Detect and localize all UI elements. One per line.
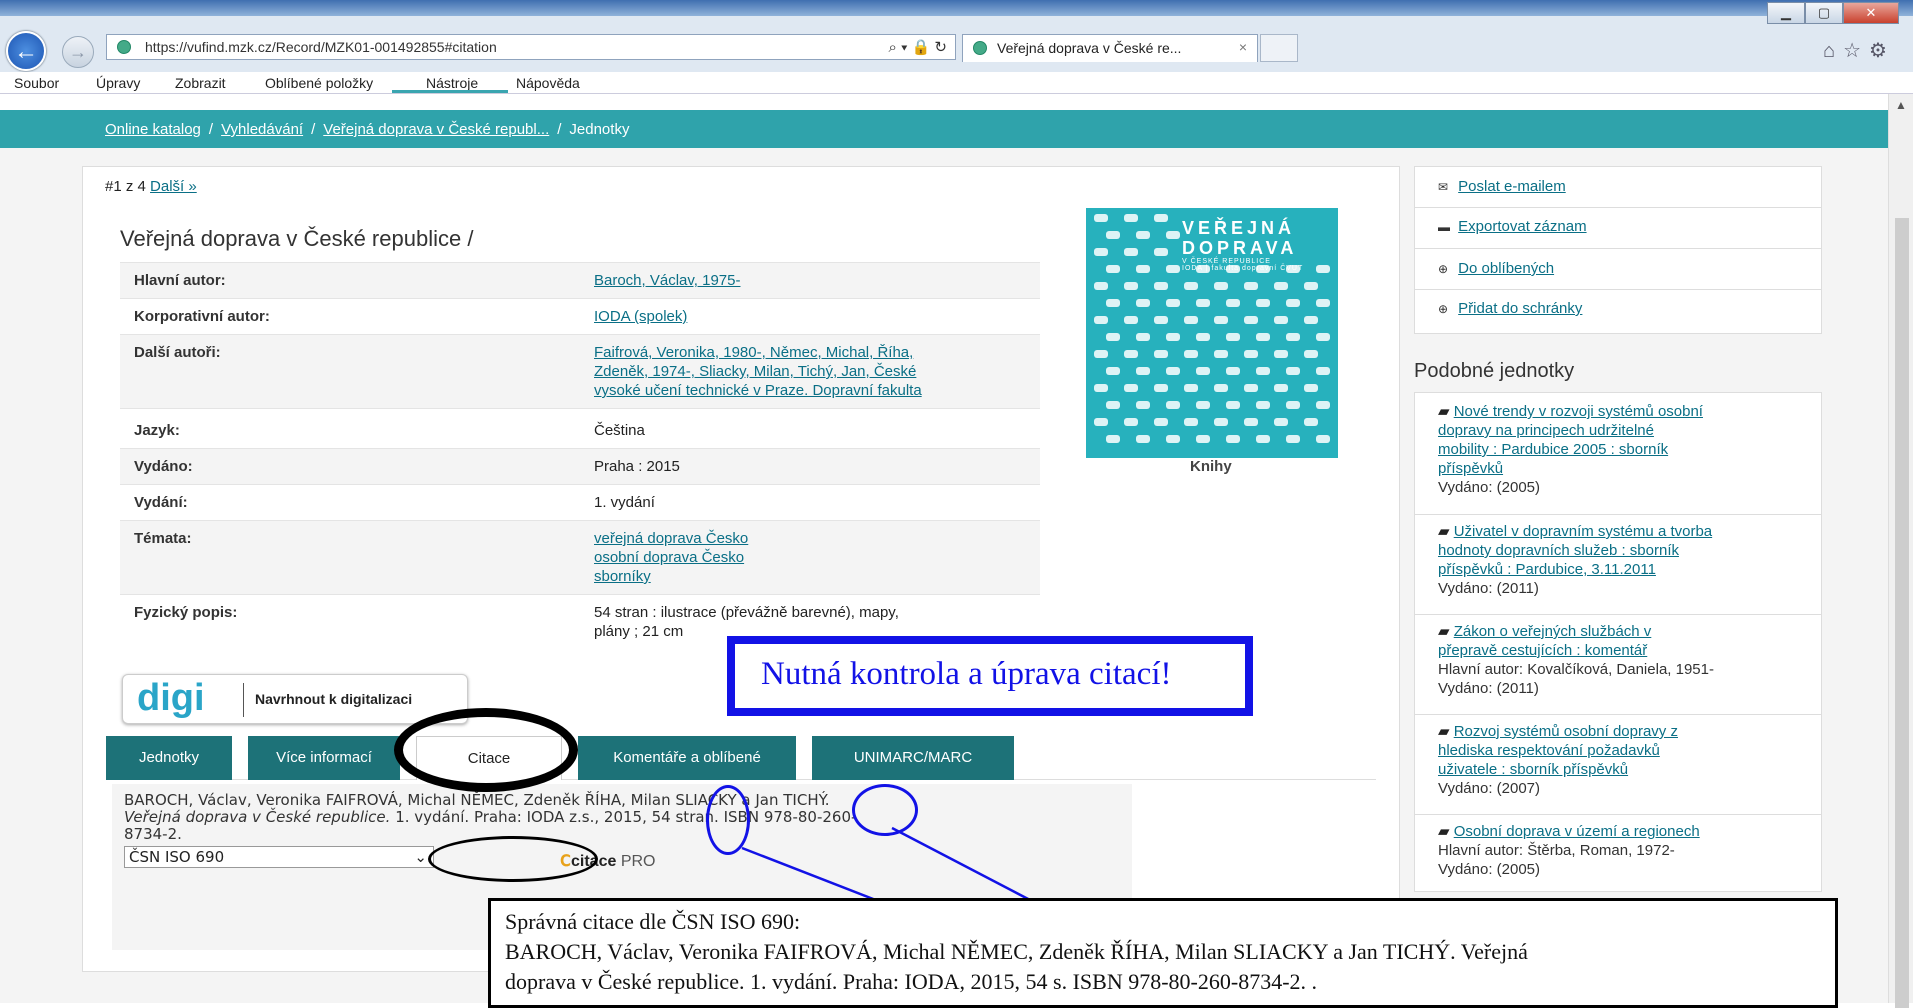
correct-citation-text: Správná citace dle ČSN ISO 690: BAROCH, … xyxy=(505,909,1528,994)
highlight-citace-pro xyxy=(428,836,598,882)
highlight-citace-tab xyxy=(394,708,578,792)
highlight-stran xyxy=(852,784,918,836)
divider xyxy=(1414,814,1822,815)
annotation-arrows xyxy=(741,826,1175,976)
warning-text: Nutná kontrola a úprava citací! xyxy=(761,656,1172,692)
correct-citation-callout: Správná citace dle ČSN ISO 690: BAROCH, … xyxy=(488,898,1838,1008)
highlight-zs xyxy=(706,785,750,855)
divider xyxy=(1414,614,1822,615)
divider xyxy=(1414,514,1822,515)
divider xyxy=(1414,714,1822,715)
warning-callout: Nutná kontrola a úprava citací! xyxy=(727,636,1253,716)
